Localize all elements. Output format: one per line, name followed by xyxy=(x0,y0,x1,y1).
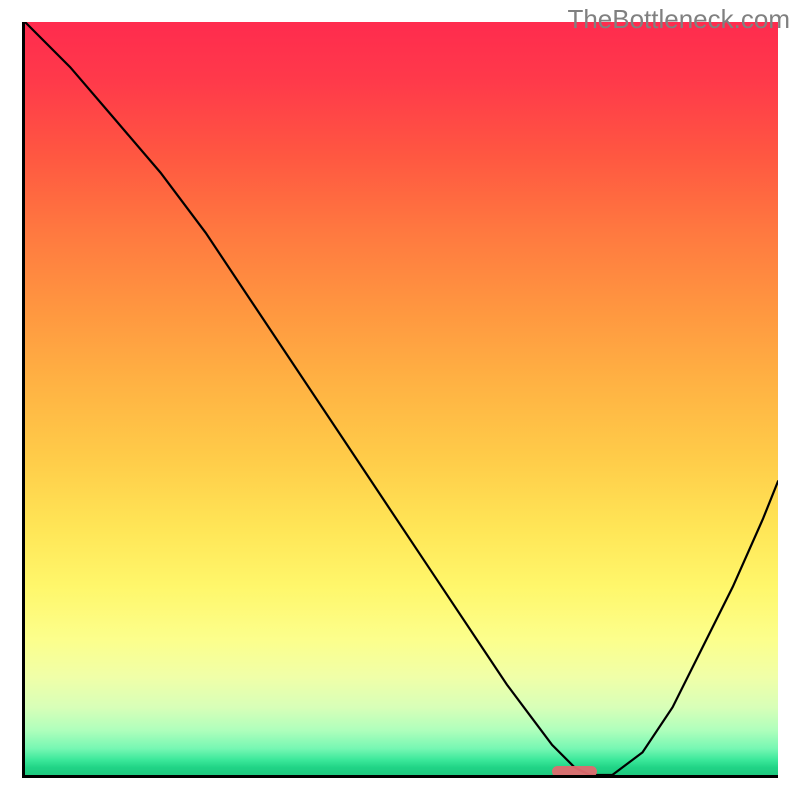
bottleneck-curve-path xyxy=(25,22,778,775)
bottleneck-curve-svg xyxy=(25,22,778,775)
watermark-text: TheBottleneck.com xyxy=(567,4,790,35)
optimal-range-marker xyxy=(552,766,597,777)
chart-plot-area xyxy=(22,22,778,778)
